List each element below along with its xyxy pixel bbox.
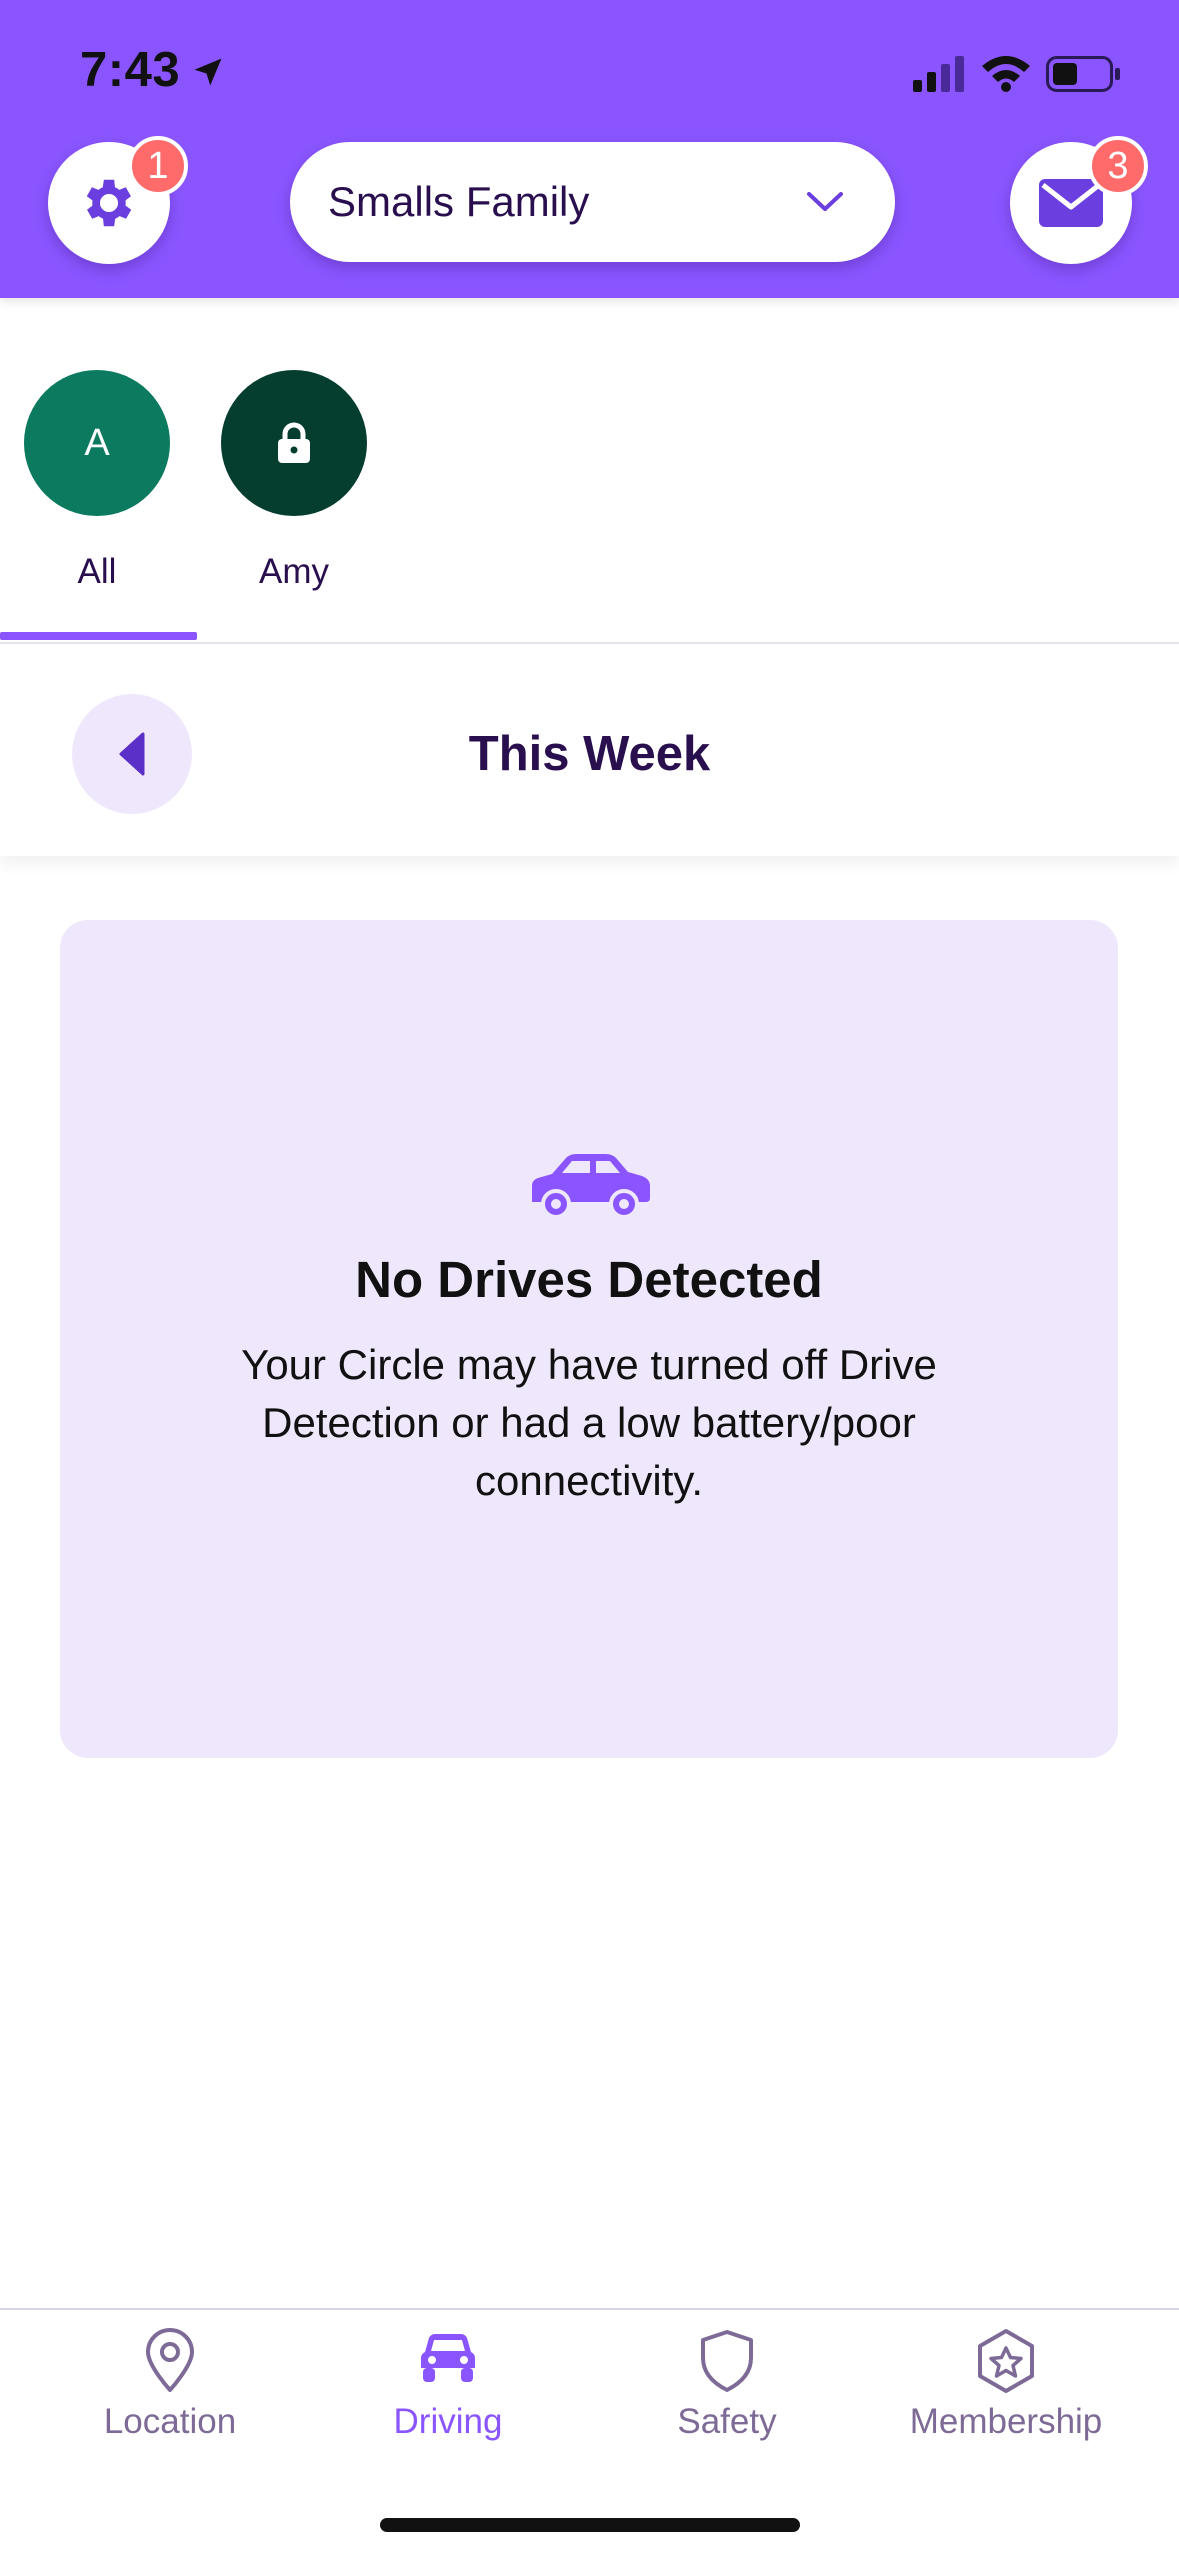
- avatar: A: [24, 370, 170, 516]
- divider: [0, 642, 1179, 644]
- nav-tab-driving[interactable]: Driving: [308, 2310, 588, 2442]
- car-icon: [421, 2334, 475, 2382]
- shield-icon: [701, 2330, 753, 2392]
- member-tab-all[interactable]: A All: [22, 370, 172, 592]
- empty-state-message: Your Circle may have turned off Drive De…: [241, 1341, 937, 1504]
- avatar-initial: A: [84, 421, 110, 464]
- chevron-down-icon: [807, 192, 843, 211]
- nav-tab-safety[interactable]: Safety: [587, 2310, 867, 2442]
- location-arrow-icon: [194, 58, 222, 86]
- app-header: 7:43 1 Smalls Family 3: [0, 0, 1179, 298]
- empty-state-card: No Drives Detected Your Circle may have …: [60, 920, 1118, 1758]
- member-name: All: [77, 552, 117, 591]
- empty-state-title: No Drives Detected: [355, 1251, 823, 1308]
- member-tab-amy[interactable]: Amy: [219, 370, 369, 592]
- car-icon: [532, 1154, 650, 1218]
- nav-label: Driving: [393, 2402, 503, 2441]
- star-badge-icon: [978, 2329, 1034, 2393]
- home-indicator: [380, 2518, 800, 2532]
- nav-tab-location[interactable]: Location: [30, 2310, 310, 2442]
- member-tabs: A All Amy: [0, 298, 1179, 644]
- week-title: This Week: [468, 727, 711, 781]
- circle-name: Smalls Family: [328, 178, 590, 225]
- gear-icon: [86, 179, 132, 227]
- week-selector: This Week: [0, 646, 1179, 856]
- status-time: 7:43: [80, 43, 181, 97]
- settings-notification-badge: 1: [128, 136, 188, 196]
- nav-label: Safety: [677, 2402, 777, 2441]
- wifi-icon: [982, 56, 1030, 92]
- map-pin-icon: [146, 2328, 194, 2392]
- circle-selector[interactable]: Smalls Family: [290, 142, 895, 262]
- envelope-icon: [1039, 179, 1103, 227]
- nav-label: Location: [103, 2402, 237, 2441]
- avatar: [221, 370, 367, 516]
- cellular-signal-icon: [913, 56, 964, 92]
- lock-icon: [278, 422, 310, 463]
- messages-notification-badge: 3: [1088, 136, 1148, 196]
- nav-label: Membership: [909, 2402, 1103, 2441]
- selected-tab-indicator: [0, 632, 197, 640]
- battery-icon: [1046, 56, 1120, 92]
- member-name: Amy: [259, 552, 329, 591]
- nav-tab-membership[interactable]: Membership: [866, 2310, 1146, 2442]
